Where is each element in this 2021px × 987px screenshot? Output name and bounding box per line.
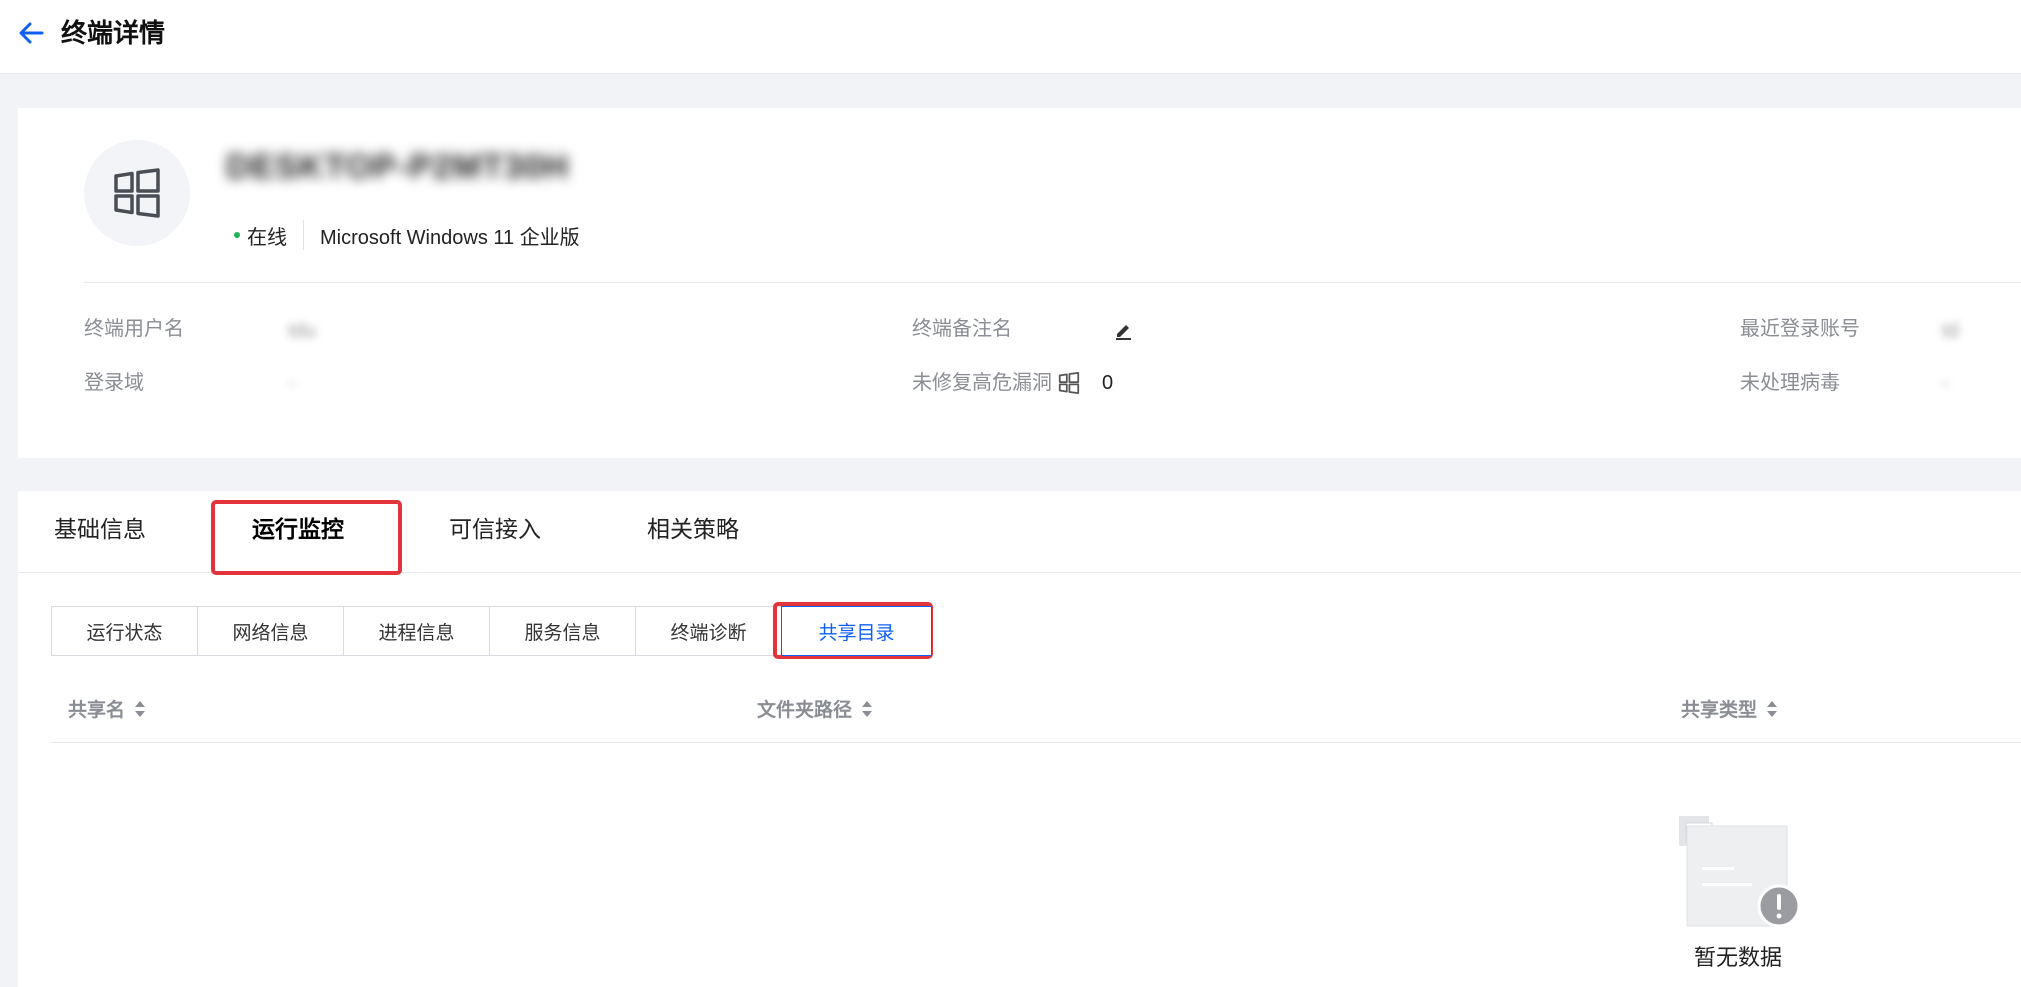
table-header: 共享名 文件夹路径 共享类型 [51,673,2021,743]
recent-account-value: td [1942,320,1959,342]
virus-value: - [1942,372,1949,394]
page-title: 终端详情 [61,18,166,48]
main-tabs: 基础信息 运行监控 可信接入 相关策略 [18,491,2021,575]
sort-icon[interactable] [861,700,873,718]
column-share-name-label: 共享名 [68,700,126,721]
sub-tabs: 运行状态 网络信息 进程信息 服务信息 终端诊断 共享目录 [51,606,932,656]
empty-data-icon [1679,816,1801,928]
device-status: 在线 [247,226,287,249]
login-domain-label: 登录域 [84,372,144,394]
windows-icon [114,168,160,218]
subtab-shared-directory[interactable]: 共享目录 [781,606,932,656]
status-divider [303,220,304,250]
remark-label: 终端备注名 [912,318,1012,340]
subtab-service-info[interactable]: 服务信息 [489,606,636,656]
edit-pencil-icon[interactable] [1114,320,1134,340]
recent-account-label: 最近登录账号 [1740,318,1860,340]
terminal-user-label: 终端用户名 [84,318,184,340]
back-arrow-icon[interactable] [18,20,44,46]
empty-state: 暂无数据 [1658,815,1818,972]
page-header: 终端详情 [0,0,2021,74]
subtab-process-info[interactable]: 进程信息 [343,606,490,656]
device-os: Microsoft Windows 11 企业版 [320,226,580,249]
empty-text: 暂无数据 [1693,945,1782,970]
column-share-name[interactable]: 共享名 [68,695,146,722]
vuln-label: 未修复高危漏洞 [912,372,1052,394]
subtab-network-info[interactable]: 网络信息 [197,606,344,656]
windows-small-icon [1058,372,1080,394]
device-avatar [84,140,190,246]
sort-icon[interactable] [134,700,146,718]
terminal-user-value: tdu [288,320,316,342]
virus-label: 未处理病毒 [1740,372,1840,394]
sort-icon[interactable] [1766,700,1778,718]
tab-related-policies[interactable]: 相关策略 [647,513,739,545]
column-share-type[interactable]: 共享类型 [1681,695,1778,722]
column-folder-path-label: 文件夹路径 [757,700,853,721]
column-share-type-label: 共享类型 [1681,700,1758,721]
device-status-row: 在线 Microsoft Windows 11 企业版 [234,218,580,252]
tab-runtime-monitor[interactable]: 运行监控 [252,513,344,545]
monitor-card: 基础信息 运行监控 可信接入 相关策略 运行状态 网络信息 进程信息 服务信息 … [18,491,2021,987]
login-domain-value: - [288,372,295,394]
tab-trusted-access[interactable]: 可信接入 [449,513,541,545]
subtab-run-status[interactable]: 运行状态 [51,606,198,656]
online-dot-icon [234,232,240,238]
column-folder-path[interactable]: 文件夹路径 [757,695,873,722]
tab-basic-info[interactable]: 基础信息 [54,513,146,545]
vuln-value: 0 [1102,372,1114,394]
subtab-terminal-diagnosis[interactable]: 终端诊断 [635,606,782,656]
info-divider [84,282,2021,283]
device-name: DESKTOP-P2MT30H [226,148,570,186]
device-info-card: DESKTOP-P2MT30H 在线 Microsoft Windows 11 … [18,108,2021,458]
